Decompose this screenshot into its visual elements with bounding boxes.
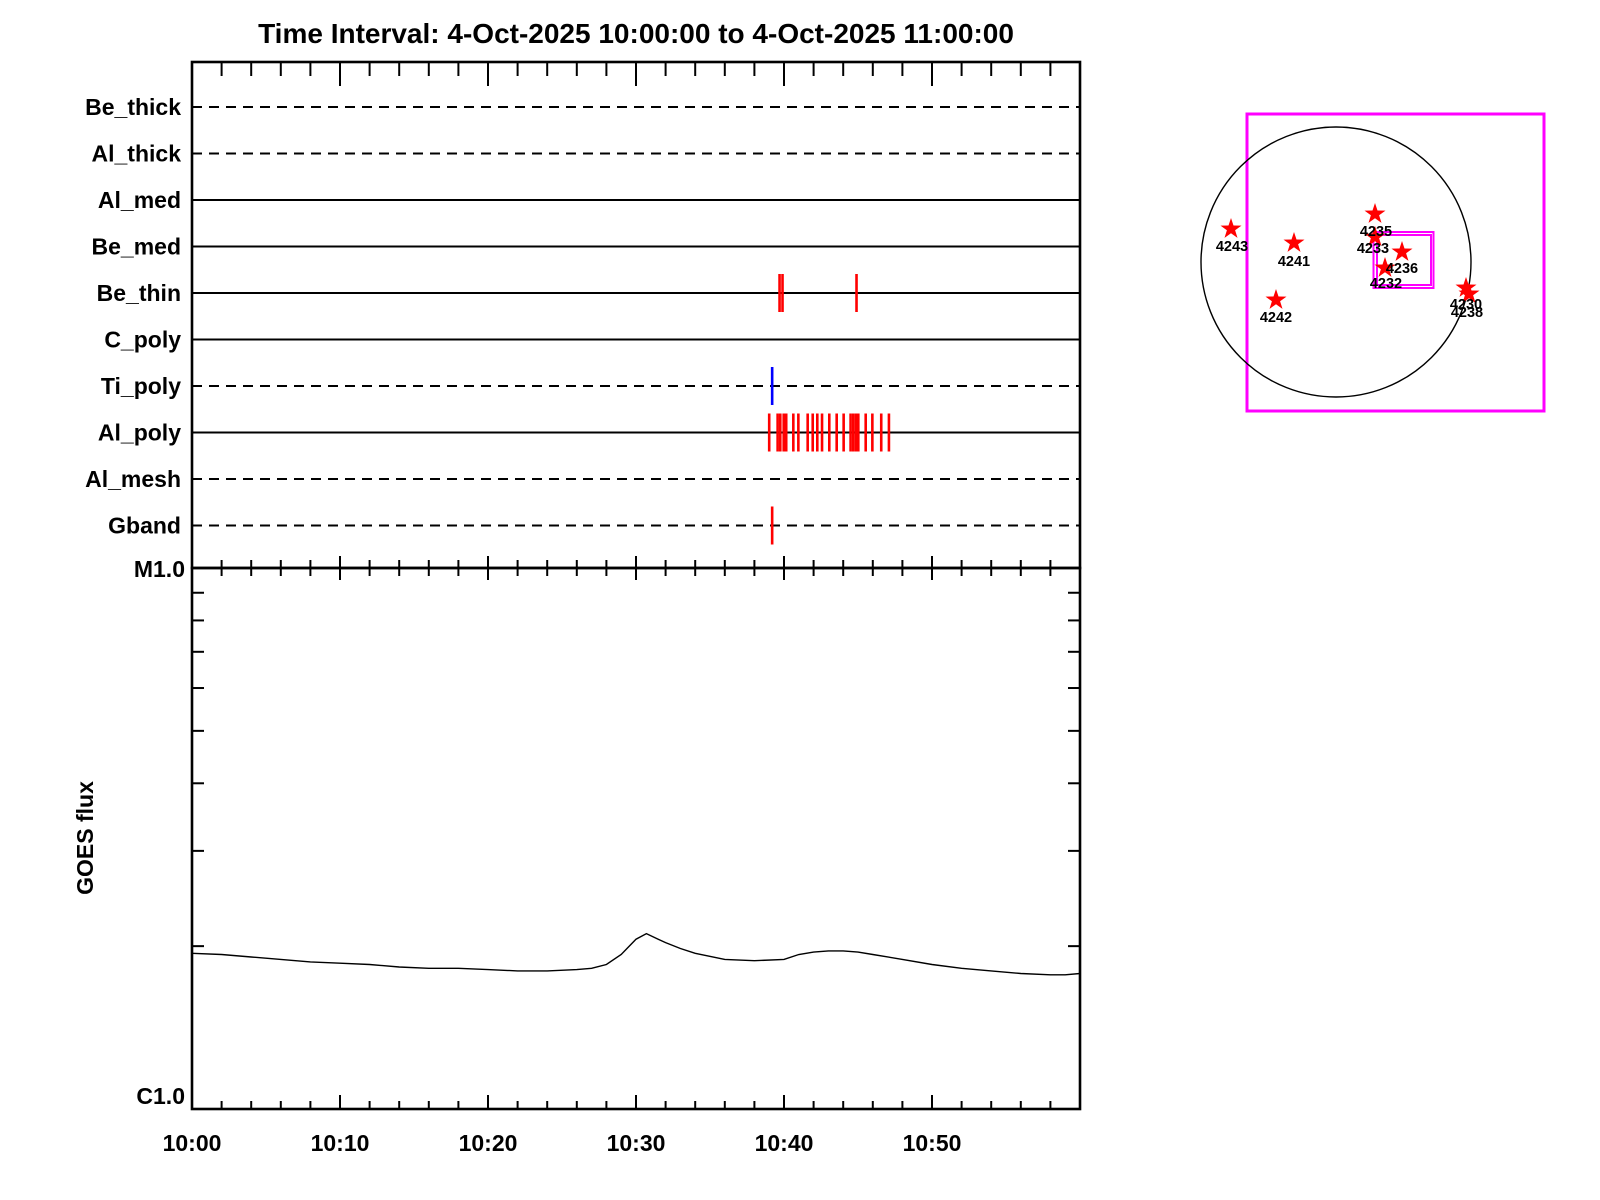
active-region-label-4233: 4233 <box>1357 241 1389 257</box>
active-region-star-4235 <box>1364 203 1386 223</box>
active-region-label-4243: 4243 <box>1216 239 1248 255</box>
x-tick-label: 10:30 <box>607 1130 666 1156</box>
goes-ymax-label: M1.0 <box>134 556 185 582</box>
x-tick-label: 10:20 <box>459 1130 518 1156</box>
figure-content: Be_thick Al_thick Al_med Be_med Be_thin C_pol… <box>72 60 1546 1156</box>
x-tick-label: 10:40 <box>755 1130 814 1156</box>
xrt-observation-figure: Time Interval: 4-Oct-2025 10:00:00 to 4-… <box>0 0 1600 1200</box>
active-region-label-4232: 4232 <box>1370 276 1402 292</box>
active-region-label-4236: 4236 <box>1386 261 1418 277</box>
filter-label-Be_med: Be_med <box>92 234 181 260</box>
filter-label-Ti_poly: Ti_poly <box>101 373 181 399</box>
chart-title: Time Interval: 4-Oct-2025 10:00:00 to 4-… <box>258 18 1014 49</box>
goes-flux-curve <box>191 932 1081 976</box>
goes-flux-panel <box>190 566 1082 1111</box>
filter-label-C_poly: C_poly <box>104 327 181 353</box>
filter-label-Al_mesh: Al_mesh <box>85 466 181 492</box>
active-region-star-4242 <box>1265 289 1287 309</box>
x-tick-label: 10:50 <box>903 1130 962 1156</box>
figure-canvas: Time Interval: 4-Oct-2025 10:00:00 to 4-… <box>72 18 1546 1156</box>
active-region-label-4238: 4238 <box>1451 305 1483 321</box>
x-tick-label: 10:10 <box>311 1130 370 1156</box>
filter-label-Be_thin: Be_thin <box>97 280 181 306</box>
active-region-star-4241 <box>1283 232 1305 252</box>
filter-label-Al_thick: Al_thick <box>92 141 182 167</box>
active-region-label-4241: 4241 <box>1278 254 1310 270</box>
active-region-star-4243 <box>1220 218 1242 238</box>
active-region-label-4242: 4242 <box>1260 310 1292 326</box>
active-region-label-4235: 4235 <box>1360 224 1392 240</box>
filter-label-Gband: Gband <box>108 513 181 539</box>
goes-ymin-label: C1.0 <box>136 1083 185 1109</box>
filter-label-Be_thick: Be_thick <box>85 94 181 120</box>
filter-timeline-panel <box>190 60 1082 570</box>
active-region-star-4236 <box>1391 241 1413 261</box>
filter-label-Al_med: Al_med <box>98 187 181 213</box>
goes-axis-title: GOES flux <box>72 781 98 895</box>
x-tick-label: 10:00 <box>163 1130 222 1156</box>
filter-label-Al_poly: Al_poly <box>98 420 181 446</box>
